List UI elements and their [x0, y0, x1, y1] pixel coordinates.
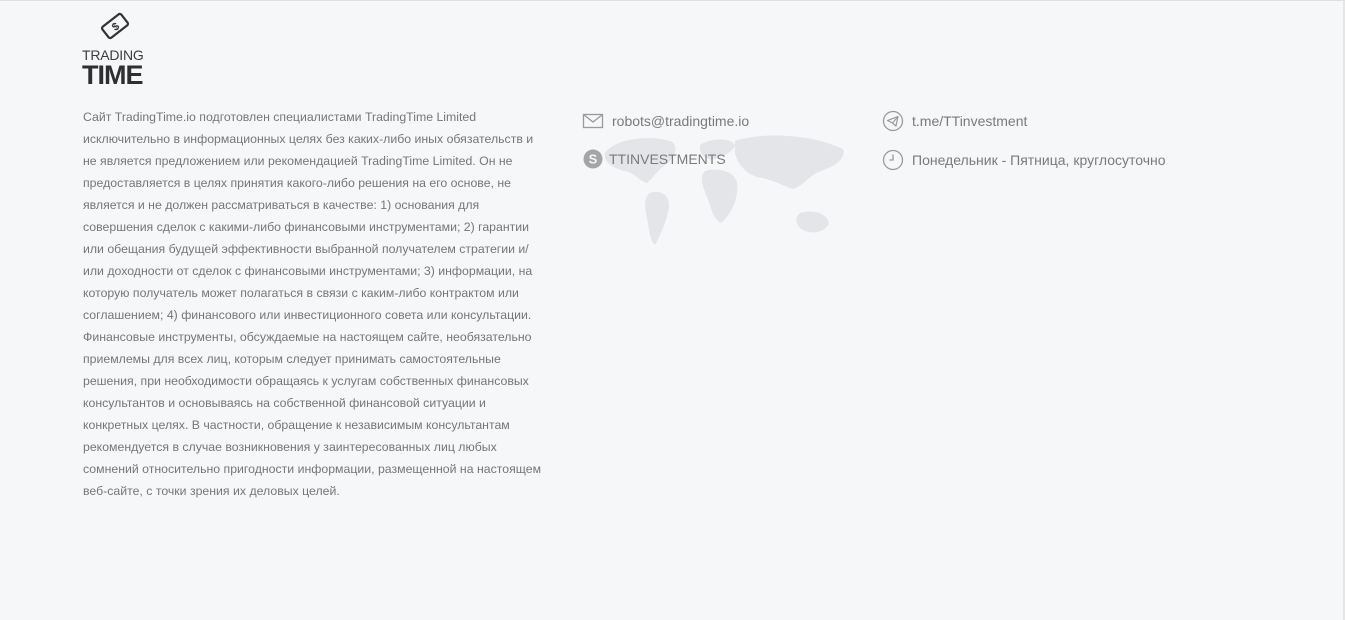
logo-text-time: TIME [82, 60, 143, 90]
contact-skype-text[interactable]: TTINVESTMENTS [609, 149, 726, 169]
svg-text:S: S [589, 152, 598, 167]
contact-telegram-text[interactable]: t.me/TTinvestment [912, 111, 1027, 131]
contact-skype[interactable]: S TTINVESTMENTS [582, 148, 726, 170]
world-map-background [604, 135, 844, 245]
skype-icon: S [583, 149, 603, 169]
contact-telegram[interactable]: t.me/TTinvestment [882, 110, 1027, 132]
envelope-icon [582, 113, 604, 129]
site-logo[interactable]: $ TRADING TIME [82, 9, 152, 89]
contact-hours: Понедельник - Пятница, круглосуточно [882, 149, 1166, 171]
contact-email-text[interactable]: robots@tradingtime.io [612, 111, 749, 131]
disclaimer-paragraph-1: Сайт TradingTime.io подготовлен специали… [83, 110, 534, 322]
telegram-icon [882, 110, 904, 132]
contact-email[interactable]: robots@tradingtime.io [582, 110, 749, 132]
disclaimer: Сайт TradingTime.io подготовлен специали… [83, 106, 543, 502]
clock-icon [882, 149, 904, 171]
dollar-bill-icon: $ [100, 12, 130, 40]
contact-hours-text: Понедельник - Пятница, круглосуточно [912, 152, 1166, 168]
disclaimer-paragraph-2: Финансовые инструменты, обсуждаемые на н… [83, 330, 542, 498]
